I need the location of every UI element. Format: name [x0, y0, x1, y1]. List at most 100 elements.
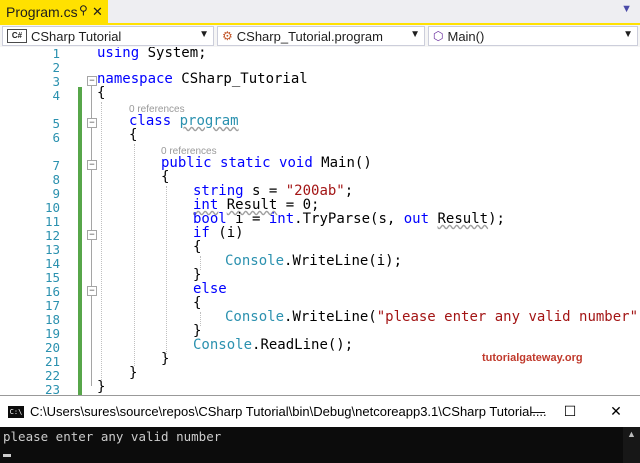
member-selector-label: Main() [447, 28, 485, 44]
keyword-void: void [279, 155, 313, 171]
brace: { [193, 239, 202, 255]
code-line-23: } [97, 379, 105, 395]
line-number: 17 [44, 298, 60, 313]
line-number: 19 [44, 326, 60, 341]
collapse-class-icon[interactable]: − [87, 118, 97, 128]
scroll-up-icon[interactable]: ▲ [627, 429, 636, 439]
indent-guide [134, 144, 135, 366]
maximize-button[interactable]: ☐ [550, 396, 590, 427]
code-line-13: { [193, 239, 201, 255]
brace: { [161, 169, 170, 185]
code-line-8: { [161, 169, 169, 185]
tab-overflow-dropdown-icon[interactable]: ▼ [621, 3, 632, 15]
code-text: CSharp_Tutorial [172, 71, 308, 87]
code-line-18: Console.WriteLine("please enter any vali… [225, 309, 640, 325]
brace: } [97, 379, 106, 395]
collapse-else-block-icon[interactable]: − [87, 286, 97, 296]
code-text: ); [488, 211, 505, 227]
navigation-bar: C# CSharp Tutorial ▼ ⚙ CSharp_Tutorial.p… [0, 25, 640, 48]
chevron-down-icon[interactable]: ▼ [199, 29, 209, 40]
code-line-3: namespace CSharp_Tutorial [97, 71, 308, 87]
brace: } [161, 351, 170, 367]
code-text: System; [139, 47, 207, 61]
code-line-21: } [161, 351, 169, 367]
keyword-out: out [403, 211, 430, 227]
line-number: 12 [44, 228, 60, 243]
chevron-down-icon[interactable]: ▼ [623, 29, 633, 40]
close-button[interactable]: ✕ [596, 396, 636, 427]
line-number: 5 [52, 116, 60, 131]
line-number: 2 [52, 60, 60, 75]
collapse-namespace-icon[interactable]: − [87, 76, 97, 86]
line-number: 22 [44, 368, 60, 383]
brace: } [129, 365, 138, 381]
keyword-namespace: namespace [97, 71, 173, 87]
type-console: Console [225, 309, 285, 325]
csharp-project-icon: C# [7, 29, 27, 43]
console-window[interactable]: C:\ C:\Users\sures\source\repos\CSharp T… [0, 395, 640, 463]
console-app-icon: C:\ [8, 405, 24, 418]
change-tracking-bar [78, 87, 82, 395]
chevron-down-icon[interactable]: ▼ [410, 29, 420, 40]
line-number: 23 [44, 382, 60, 395]
method-icon: ⬡ [433, 29, 444, 43]
member-selector[interactable]: ⬡ Main() ▼ [428, 26, 638, 46]
code-line-22: } [129, 365, 137, 381]
code-line-5: class program [129, 113, 239, 129]
pin-icon[interactable]: ⚲ [79, 3, 88, 17]
code-line-1: using System; [97, 47, 207, 61]
keyword-using: using [97, 47, 140, 61]
line-number: 18 [44, 312, 60, 327]
project-selector[interactable]: C# CSharp Tutorial ▼ [2, 26, 214, 46]
variable-result: Result [437, 211, 489, 227]
code-text: .WriteLine(i); [284, 253, 403, 269]
collapse-if-block-icon[interactable]: − [87, 230, 97, 240]
line-number: 9 [52, 186, 60, 201]
class-icon: ⚙ [222, 29, 233, 43]
code-line-14: Console.WriteLine(i); [225, 253, 402, 269]
console-cursor [3, 454, 11, 457]
line-number: 1 [52, 47, 60, 61]
line-number: 21 [44, 354, 60, 369]
tab-title: Program.cs [6, 3, 78, 20]
type-console: Console [225, 253, 285, 269]
console-title: C:\Users\sures\source\repos\CSharp Tutor… [30, 404, 547, 419]
code-line-7: public static void Main() [161, 155, 372, 171]
console-scrollbar[interactable]: ▲ [623, 427, 640, 463]
code-text: .WriteLine( [284, 309, 377, 325]
class-selector[interactable]: ⚙ CSharp_Tutorial.program ▼ [217, 26, 425, 46]
console-title-bar[interactable]: C:\ C:\Users\sures\source\repos\CSharp T… [0, 396, 640, 427]
tab-program-cs[interactable]: Program.cs ⚲ ✕ [0, 0, 108, 23]
document-tab-strip: Program.cs ⚲ ✕ ▼ [0, 0, 640, 25]
indent-guide [166, 186, 167, 354]
line-number: 7 [52, 158, 60, 173]
code-editor[interactable]: 1 2 3 4 5 6 7 8 9 10 11 12 13 14 15 16 17 18 19 20 21 22 23 − … [0, 47, 640, 395]
code-text: .TryParse(s, [294, 211, 404, 227]
collapse-method-icon[interactable]: − [87, 160, 97, 170]
code-text: (i) [209, 225, 244, 241]
line-number: 15 [44, 270, 60, 285]
method-signature: Main() [312, 155, 372, 171]
type-console: Console [193, 337, 253, 353]
string-literal: "please enter any valid number" [376, 309, 639, 325]
line-number: 13 [44, 242, 60, 257]
line-number: 10 [44, 200, 60, 215]
code-line-17: { [193, 295, 201, 311]
line-number: 8 [52, 172, 60, 187]
code-line-6: { [129, 127, 137, 143]
brace: { [97, 85, 106, 101]
close-tab-icon[interactable]: ✕ [92, 4, 103, 20]
project-selector-label: CSharp Tutorial [31, 28, 122, 44]
console-output: please enter any valid number [3, 429, 222, 444]
brace: { [129, 127, 138, 143]
line-number: 3 [52, 74, 60, 89]
code-line-4: { [97, 85, 105, 101]
indent-guide [101, 102, 102, 380]
line-number: 16 [44, 284, 60, 299]
line-number: 4 [52, 88, 60, 103]
class-name: program [179, 113, 239, 129]
code-text: .ReadLine(); [252, 337, 354, 353]
code-text: ; [344, 183, 354, 199]
keyword-int: int [268, 211, 295, 227]
brace: { [193, 295, 202, 311]
